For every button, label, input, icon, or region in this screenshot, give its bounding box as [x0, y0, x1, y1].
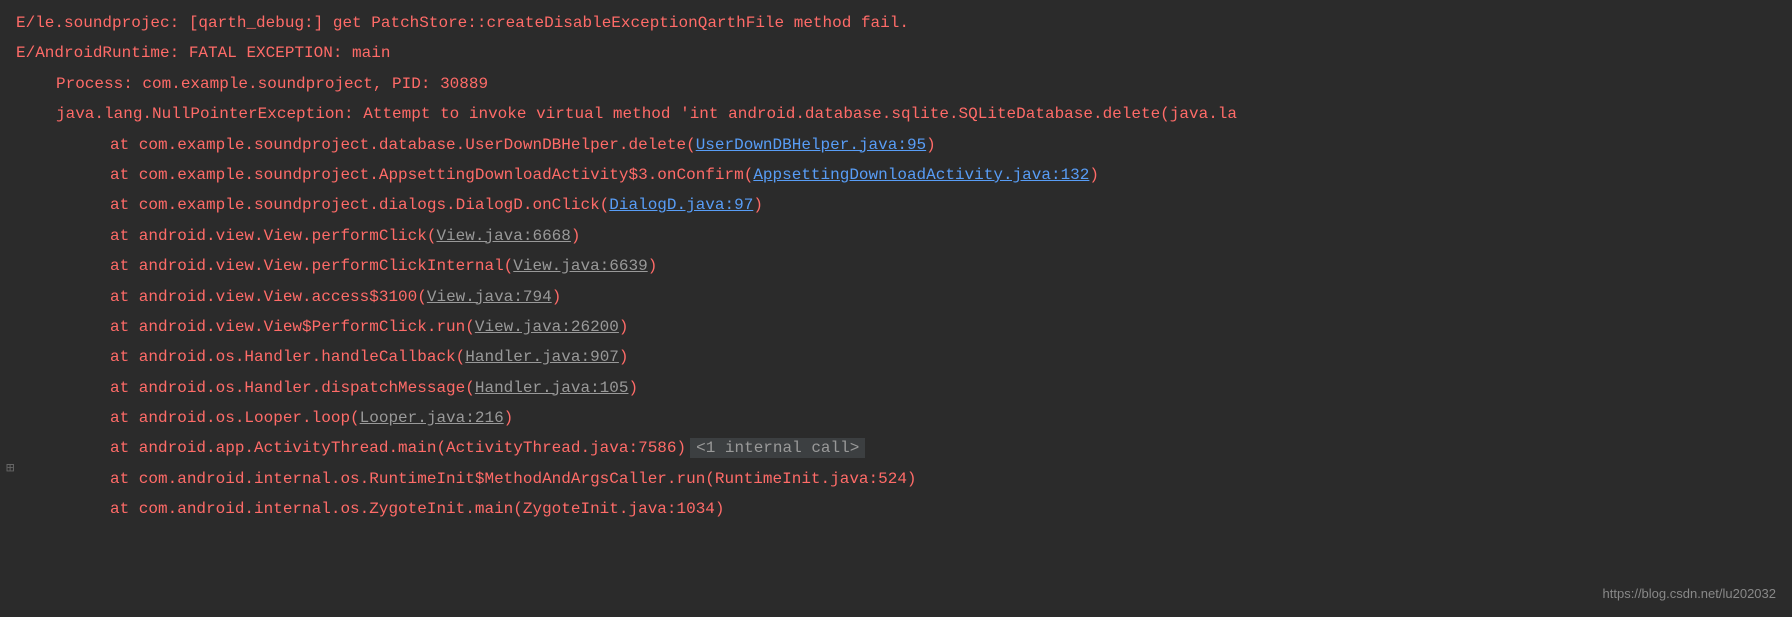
trace-prefix: at com.android.internal.os.RuntimeInit$M…	[110, 470, 917, 488]
trace-prefix: at com.example.soundproject.AppsettingDo…	[110, 166, 753, 184]
stack-trace-line: at android.view.View.performClick(View.j…	[0, 221, 1792, 251]
source-link[interactable]: View.java:26200	[475, 318, 619, 336]
stack-trace-line: at android.os.Looper.loop(Looper.java:21…	[0, 403, 1792, 433]
trace-suffix: )	[619, 348, 629, 366]
trace-prefix: at android.app.ActivityThread.main(Activ…	[110, 439, 686, 457]
trace-suffix: )	[552, 288, 562, 306]
stack-trace-line: at android.os.Handler.handleCallback(Han…	[0, 342, 1792, 372]
trace-suffix: )	[753, 196, 763, 214]
trace-prefix: at android.view.View.performClick(	[110, 227, 436, 245]
trace-prefix: at android.os.Looper.loop(	[110, 409, 360, 427]
trace-suffix: )	[571, 227, 581, 245]
trace-prefix: at android.os.Handler.handleCallback(	[110, 348, 465, 366]
internal-call-badge: <1 internal call>	[690, 438, 865, 458]
source-link[interactable]: Handler.java:907	[465, 348, 619, 366]
trace-suffix: )	[648, 257, 658, 275]
source-link[interactable]: View.java:6639	[513, 257, 647, 275]
watermark-text: https://blog.csdn.net/lu202032	[1603, 582, 1776, 607]
stack-trace-line: at android.view.View$PerformClick.run(Vi…	[0, 312, 1792, 342]
source-link[interactable]: Handler.java:105	[475, 379, 629, 397]
trace-prefix: at com.example.soundproject.database.Use…	[110, 136, 696, 154]
source-link[interactable]: DialogD.java:97	[609, 196, 753, 214]
stack-trace-line: at com.example.soundproject.AppsettingDo…	[0, 160, 1792, 190]
log-line-qarth: E/le.soundprojec: [qarth_debug:] get Pat…	[0, 8, 1792, 38]
stack-trace-line: at com.android.internal.os.ZygoteInit.ma…	[0, 494, 1792, 524]
trace-prefix: at android.view.View$PerformClick.run(	[110, 318, 475, 336]
stack-trace-line: at com.android.internal.os.RuntimeInit$M…	[0, 464, 1792, 494]
trace-prefix: at android.view.View.access$3100(	[110, 288, 427, 306]
stack-trace-container: at com.example.soundproject.database.Use…	[0, 130, 1792, 525]
stack-trace-line: at android.os.Handler.dispatchMessage(Ha…	[0, 373, 1792, 403]
stack-trace-line: at com.example.soundproject.dialogs.Dial…	[0, 190, 1792, 220]
trace-prefix: at com.example.soundproject.dialogs.Dial…	[110, 196, 609, 214]
stack-trace-line: at android.view.View.access$3100(View.ja…	[0, 282, 1792, 312]
trace-suffix: )	[619, 318, 629, 336]
trace-suffix: )	[1089, 166, 1099, 184]
source-link[interactable]: Looper.java:216	[360, 409, 504, 427]
source-link[interactable]: View.java:794	[427, 288, 552, 306]
expand-icon[interactable]: ⊞	[6, 456, 14, 483]
trace-prefix: at com.android.internal.os.ZygoteInit.ma…	[110, 500, 725, 518]
stack-trace-line: at com.example.soundproject.database.Use…	[0, 130, 1792, 160]
source-link[interactable]: AppsettingDownloadActivity.java:132	[753, 166, 1089, 184]
log-line-process: Process: com.example.soundproject, PID: …	[0, 69, 1792, 99]
trace-suffix: )	[926, 136, 936, 154]
trace-prefix: at android.os.Handler.dispatchMessage(	[110, 379, 475, 397]
stack-trace-line: at android.view.View.performClickInterna…	[0, 251, 1792, 281]
trace-prefix: at android.view.View.performClickInterna…	[110, 257, 513, 275]
log-line-fatal: E/AndroidRuntime: FATAL EXCEPTION: main	[0, 38, 1792, 68]
stack-trace-line: at android.app.ActivityThread.main(Activ…	[0, 433, 1792, 463]
log-line-exception: java.lang.NullPointerException: Attempt …	[0, 99, 1792, 129]
trace-suffix: )	[504, 409, 514, 427]
trace-suffix: )	[628, 379, 638, 397]
source-link[interactable]: UserDownDBHelper.java:95	[696, 136, 926, 154]
source-link[interactable]: View.java:6668	[436, 227, 570, 245]
